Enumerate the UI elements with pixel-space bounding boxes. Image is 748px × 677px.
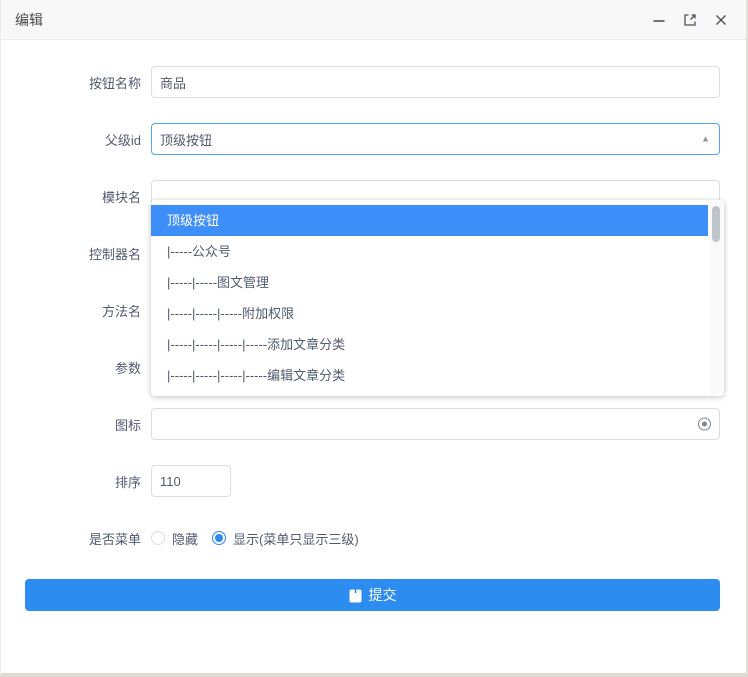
dropdown-item[interactable]: |-----公众号 [151,236,708,267]
button-name-label: 按钮名称 [1,73,141,92]
icon-input[interactable] [151,408,720,440]
window-controls [650,11,729,28]
edit-form: 按钮名称 父级id 顶级按钮 ▲ 模块名 控制器名 [1,40,746,611]
icon-picker-icon[interactable] [698,418,711,431]
method-name-label: 方法名 [1,301,141,320]
sort-label: 排序 [1,472,141,491]
icon-label: 图标 [1,415,141,434]
form-row-parent-id: 父级id 顶级按钮 ▲ [1,123,746,155]
form-row-is-menu: 是否菜单 隐藏 显示(菜单只显示三级) [1,522,746,554]
form-row-icon: 图标 [1,408,746,440]
radio-dot [215,534,223,542]
close-button[interactable] [712,11,729,28]
minimize-icon [652,13,666,27]
dropdown-item[interactable]: 顶级按钮 [151,205,708,236]
dropdown-scrollbar-thumb[interactable] [712,206,720,242]
minimize-button[interactable] [650,11,667,28]
submit-button-label: 提交 [369,585,397,605]
params-label: 参数 [1,358,141,377]
submit-row: 提交 [1,579,746,611]
clipboard-icon [349,588,362,603]
module-name-label: 模块名 [1,187,141,206]
maximize-icon [682,12,698,28]
radio-hide-label: 隐藏 [172,529,198,548]
dropdown-item[interactable]: |-----|-----|-----|-----编辑文章分类 [151,360,708,391]
radio-show[interactable]: 显示(菜单只显示三级) [212,529,359,548]
sort-input[interactable] [151,465,231,497]
dropdown-item[interactable]: |-----|-----|-----附加权限 [151,298,708,329]
parent-id-select[interactable]: 顶级按钮 ▲ [151,123,720,155]
maximize-button[interactable] [681,11,698,28]
button-name-input[interactable] [151,66,720,98]
title-bar: 编辑 [1,0,746,40]
edit-dialog-window: 编辑 按钮名称 父级id [0,0,748,677]
caret-up-icon: ▲ [701,135,710,144]
parent-id-selected-value: 顶级按钮 [160,130,212,149]
parent-id-dropdown: 顶级按钮 |-----公众号 |-----|-----图文管理 |-----|-… [151,200,724,396]
submit-button[interactable]: 提交 [25,579,720,611]
form-row-sort: 排序 [1,465,746,497]
radio-unchecked-icon [151,531,165,545]
is-menu-radio-group: 隐藏 显示(菜单只显示三级) [151,529,373,548]
is-menu-label: 是否菜单 [1,529,141,548]
close-icon [714,13,728,27]
controller-name-label: 控制器名 [1,244,141,263]
dropdown-item[interactable]: |-----|-----|-----|-----添加文章分类 [151,329,708,360]
icon-picker-dot [702,422,707,427]
window-title: 编辑 [15,10,43,30]
radio-show-label: 显示(菜单只显示三级) [233,529,359,548]
parent-id-label: 父级id [1,130,141,149]
dropdown-scrollbar-track[interactable] [709,201,723,395]
radio-checked-icon [212,531,226,545]
dropdown-item[interactable]: |-----|-----图文管理 [151,267,708,298]
form-row-button-name: 按钮名称 [1,66,746,98]
radio-hide[interactable]: 隐藏 [151,529,198,548]
